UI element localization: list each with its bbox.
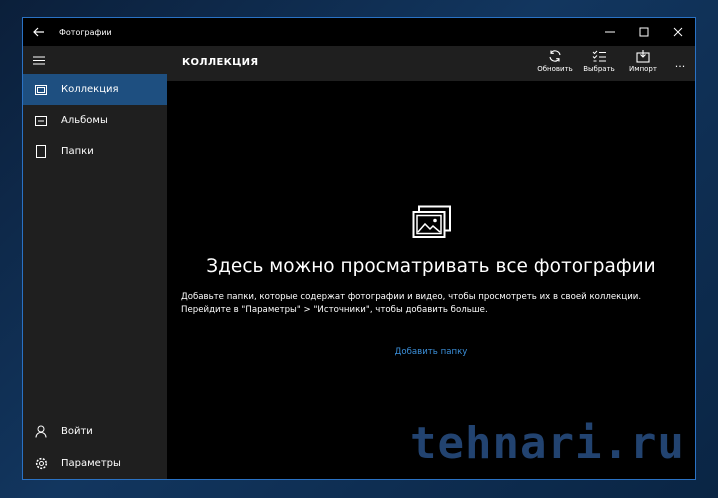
sidebar-item-label: Коллекция — [61, 84, 119, 95]
folder-icon — [33, 144, 49, 160]
close-button[interactable] — [661, 18, 695, 46]
photos-app-window: Фотографии Коллекция Альбомы Папки Войти… — [22, 17, 696, 480]
hamburger-icon — [33, 56, 45, 64]
add-folder-link[interactable]: Добавить папку — [167, 347, 695, 357]
title-bar: Фотографии — [23, 18, 695, 46]
import-label: Импорт — [629, 65, 657, 73]
maximize-button[interactable] — [627, 18, 661, 46]
app-title: Фотографии — [59, 27, 112, 37]
collection-icon — [33, 82, 49, 98]
refresh-label: Обновить — [537, 65, 573, 73]
back-arrow-icon — [33, 27, 44, 37]
sidebar-item-label: Параметры — [61, 457, 121, 469]
empty-state-heading: Здесь можно просматривать все фотографии — [206, 256, 656, 277]
maximize-icon — [639, 27, 649, 37]
sidebar: Коллекция Альбомы Папки Войти Параметры — [23, 46, 167, 479]
import-button[interactable]: Импорт — [621, 46, 665, 81]
page-header: КОЛЛЕКЦИЯ Обновить Выбрать Импорт ... — [167, 46, 695, 81]
back-button[interactable] — [23, 18, 55, 46]
window-controls — [593, 18, 695, 46]
sidebar-item-folders[interactable]: Папки — [23, 136, 167, 167]
select-label: Выбрать — [583, 65, 615, 73]
close-icon — [673, 27, 683, 37]
sidebar-item-sign-in[interactable]: Войти — [23, 415, 167, 447]
sidebar-item-label: Папки — [61, 146, 94, 157]
select-button[interactable]: Выбрать — [577, 46, 621, 81]
sidebar-item-label: Альбомы — [61, 115, 108, 126]
sidebar-item-label: Войти — [61, 425, 93, 437]
watermark: tehnari.ru — [410, 418, 685, 469]
sidebar-item-collection[interactable]: Коллекция — [23, 74, 167, 105]
person-icon — [33, 423, 49, 439]
page-title: КОЛЛЕКЦИЯ — [182, 57, 259, 68]
minimize-icon — [605, 31, 615, 33]
photos-icon — [412, 205, 451, 238]
sidebar-item-settings[interactable]: Параметры — [23, 447, 167, 479]
sidebar-item-albums[interactable]: Альбомы — [23, 105, 167, 136]
album-icon — [33, 113, 49, 129]
import-icon — [636, 50, 650, 63]
toolbar: Обновить Выбрать Импорт ... — [533, 46, 695, 81]
more-button[interactable]: ... — [665, 46, 695, 81]
gear-icon — [33, 455, 49, 471]
minimize-button[interactable] — [593, 18, 627, 46]
hamburger-button[interactable] — [23, 46, 167, 74]
refresh-button[interactable]: Обновить — [533, 46, 577, 81]
empty-state-description: Добавьте папки, которые содержат фотогра… — [181, 292, 642, 315]
refresh-icon — [549, 50, 561, 62]
select-icon — [592, 50, 606, 62]
sidebar-bottom: Войти Параметры — [23, 415, 167, 479]
